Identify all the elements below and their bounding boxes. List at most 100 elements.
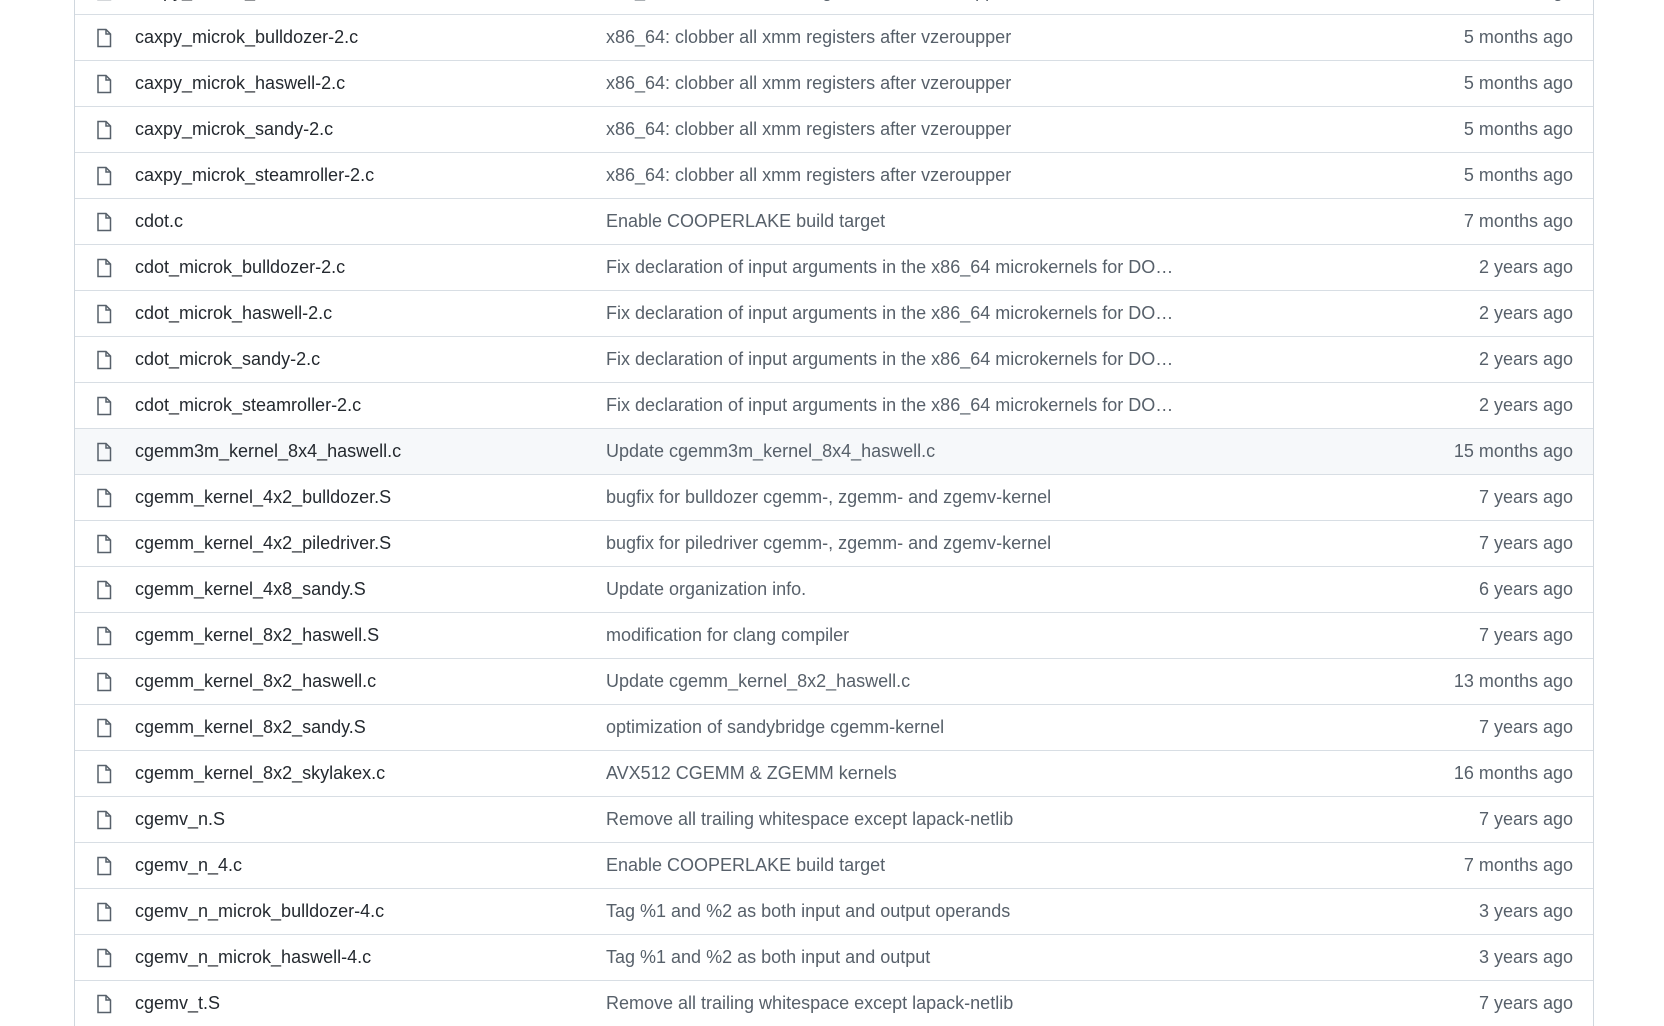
file-name-link[interactable]: cdot.c <box>135 211 575 232</box>
file-row[interactable]: cgemm_kernel_4x2_piledriver.S bugfix for… <box>75 520 1593 566</box>
file-name-link[interactable]: cgemm_kernel_4x2_bulldozer.S <box>135 487 575 508</box>
file-row[interactable]: cgemv_n_microk_bulldozer-4.c Tag %1 and … <box>75 888 1593 934</box>
file-name-link[interactable]: cdot_microk_haswell-2.c <box>135 303 575 324</box>
file-icon <box>95 626 113 646</box>
file-icon <box>95 672 113 692</box>
commit-age: 2 years ago <box>1478 257 1573 277</box>
commit-message-link[interactable]: Remove all trailing whitespace except la… <box>606 809 1176 830</box>
commit-message-link[interactable]: Update cgemm3m_kernel_8x4_haswell.c <box>606 441 1176 462</box>
commit-message-link[interactable]: bugfix for piledriver cgemm-, zgemm- and… <box>606 533 1176 554</box>
commit-message-link[interactable]: Enable COOPERLAKE build target <box>606 855 1176 876</box>
file-name-link[interactable]: caxpy_microk_haswell-2.c <box>135 73 575 94</box>
file-icon <box>95 304 113 324</box>
file-icon <box>95 856 113 876</box>
file-row[interactable]: cgemm_kernel_8x2_skylakex.c AVX512 CGEMM… <box>75 750 1593 796</box>
file-name-link[interactable]: cgemm_kernel_8x2_haswell.c <box>135 671 575 692</box>
commit-message-link[interactable]: x86_64: clobber all xmm registers after … <box>606 165 1176 186</box>
commit-message-link[interactable]: Enable COOPERLAKE build target <box>606 211 1176 232</box>
commit-message-link[interactable]: modification for clang compiler <box>606 625 1176 646</box>
file-row[interactable]: cgemv_n.S Remove all trailing whitespace… <box>75 796 1593 842</box>
file-row[interactable]: cdot_microk_haswell-2.c Fix declaration … <box>75 290 1593 336</box>
file-icon <box>95 442 113 462</box>
file-name-link[interactable]: cgemm_kernel_8x2_skylakex.c <box>135 763 575 784</box>
commit-age: 7 years ago <box>1478 717 1573 737</box>
file-icon <box>95 534 113 554</box>
file-row[interactable]: caxpy_microk_bulldozer-2.c x86_64: clobb… <box>75 0 1593 14</box>
file-name-link[interactable]: cdot_microk_bulldozer-2.c <box>135 257 575 278</box>
file-name-link[interactable]: cdot_microk_steamroller-2.c <box>135 395 575 416</box>
file-row[interactable]: cgemm_kernel_8x2_sandy.S optimization of… <box>75 704 1593 750</box>
file-icon <box>95 74 113 94</box>
commit-age: 5 months ago <box>1463 27 1573 47</box>
commit-age: 2 years ago <box>1478 349 1573 369</box>
commit-message-link[interactable]: Tag %1 and %2 as both input and output <box>606 947 1176 968</box>
file-icon <box>95 488 113 508</box>
commit-age: 3 years ago <box>1478 901 1573 921</box>
file-row[interactable]: cgemv_n_microk_haswell-4.c Tag %1 and %2… <box>75 934 1593 980</box>
file-icon <box>95 212 113 232</box>
file-name-link[interactable]: caxpy_microk_bulldozer-2.c <box>135 27 575 48</box>
file-name-link[interactable]: cgemv_n_4.c <box>135 855 575 876</box>
file-name-link[interactable]: cgemm_kernel_8x2_haswell.S <box>135 625 575 646</box>
file-row[interactable]: caxpy_microk_haswell-2.c x86_64: clobber… <box>75 60 1593 106</box>
file-row[interactable]: caxpy_microk_bulldozer-2.c x86_64: clobb… <box>75 14 1593 60</box>
commit-message-link[interactable]: x86_64: clobber all xmm registers after … <box>606 0 1176 2</box>
commit-message-link[interactable]: Tag %1 and %2 as both input and output o… <box>606 901 1176 922</box>
file-name-link[interactable]: cgemv_n_microk_bulldozer-4.c <box>135 901 575 922</box>
commit-age: 5 months ago <box>1463 119 1573 139</box>
file-name-link[interactable]: caxpy_microk_steamroller-2.c <box>135 165 575 186</box>
file-icon <box>95 764 113 784</box>
file-name-link[interactable]: cgemm_kernel_8x2_sandy.S <box>135 717 575 738</box>
file-row[interactable]: cgemm3m_kernel_8x4_haswell.c Update cgem… <box>75 428 1593 474</box>
commit-message-link[interactable]: Fix declaration of input arguments in th… <box>606 303 1176 324</box>
file-row[interactable]: cdot_microk_steamroller-2.c Fix declarat… <box>75 382 1593 428</box>
commit-age: 2 years ago <box>1478 395 1573 415</box>
commit-age: 13 months ago <box>1453 671 1573 691</box>
file-name-link[interactable]: cdot_microk_sandy-2.c <box>135 349 575 370</box>
file-row[interactable]: cdot.c Enable COOPERLAKE build target 7 … <box>75 198 1593 244</box>
file-row[interactable]: cgemm_kernel_8x2_haswell.S modification … <box>75 612 1593 658</box>
commit-message-link[interactable]: Update organization info. <box>606 579 1176 600</box>
file-name-link[interactable]: cgemm_kernel_4x2_piledriver.S <box>135 533 575 554</box>
commit-age: 5 months ago <box>1463 73 1573 93</box>
commit-message-link[interactable]: optimization of sandybridge cgemm-kernel <box>606 717 1176 738</box>
file-icon <box>95 580 113 600</box>
commit-age: 2 years ago <box>1478 303 1573 323</box>
commit-age: 7 months ago <box>1463 211 1573 231</box>
file-name-link[interactable]: cgemm_kernel_4x8_sandy.S <box>135 579 575 600</box>
file-name-link[interactable]: caxpy_microk_bulldozer-2.c <box>135 0 575 2</box>
file-row[interactable]: cdot_microk_sandy-2.c Fix declaration of… <box>75 336 1593 382</box>
file-name-link[interactable]: cgemv_n_microk_haswell-4.c <box>135 947 575 968</box>
commit-message-link[interactable]: x86_64: clobber all xmm registers after … <box>606 27 1176 48</box>
commit-message-link[interactable]: Fix declaration of input arguments in th… <box>606 395 1176 416</box>
file-list: caxpy_microk_bulldozer-2.c x86_64: clobb… <box>74 0 1594 1026</box>
file-name-link[interactable]: cgemv_n.S <box>135 809 575 830</box>
file-row[interactable]: cgemm_kernel_8x2_haswell.c Update cgemm_… <box>75 658 1593 704</box>
file-row[interactable]: cgemv_n_4.c Enable COOPERLAKE build targ… <box>75 842 1593 888</box>
file-row[interactable]: caxpy_microk_steamroller-2.c x86_64: clo… <box>75 152 1593 198</box>
commit-message-link[interactable]: Fix declaration of input arguments in th… <box>606 257 1176 278</box>
file-row[interactable]: cgemm_kernel_4x2_bulldozer.S bugfix for … <box>75 474 1593 520</box>
file-row[interactable]: caxpy_microk_sandy-2.c x86_64: clobber a… <box>75 106 1593 152</box>
file-icon <box>95 166 113 186</box>
file-row[interactable]: cgemv_t.S Remove all trailing whitespace… <box>75 980 1593 1026</box>
file-row[interactable]: cdot_microk_bulldozer-2.c Fix declaratio… <box>75 244 1593 290</box>
file-row[interactable]: cgemm_kernel_4x8_sandy.S Update organiza… <box>75 566 1593 612</box>
commit-message-link[interactable]: bugfix for bulldozer cgemm-, zgemm- and … <box>606 487 1176 508</box>
commit-age: 6 years ago <box>1478 579 1573 599</box>
file-icon <box>95 810 113 830</box>
commit-age: 5 months ago <box>1463 165 1573 185</box>
commit-age: 7 years ago <box>1478 625 1573 645</box>
commit-message-link[interactable]: Fix declaration of input arguments in th… <box>606 349 1176 370</box>
file-icon <box>95 396 113 416</box>
file-name-link[interactable]: cgemm3m_kernel_8x4_haswell.c <box>135 441 575 462</box>
commit-message-link[interactable]: x86_64: clobber all xmm registers after … <box>606 119 1176 140</box>
file-icon <box>95 902 113 922</box>
file-name-link[interactable]: caxpy_microk_sandy-2.c <box>135 119 575 140</box>
commit-age: 7 years ago <box>1478 533 1573 553</box>
file-icon <box>95 350 113 370</box>
commit-message-link[interactable]: AVX512 CGEMM & ZGEMM kernels <box>606 763 1176 784</box>
file-icon <box>95 0 113 1</box>
commit-message-link[interactable]: Update cgemm_kernel_8x2_haswell.c <box>606 671 1176 692</box>
commit-message-link[interactable]: x86_64: clobber all xmm registers after … <box>606 73 1176 94</box>
